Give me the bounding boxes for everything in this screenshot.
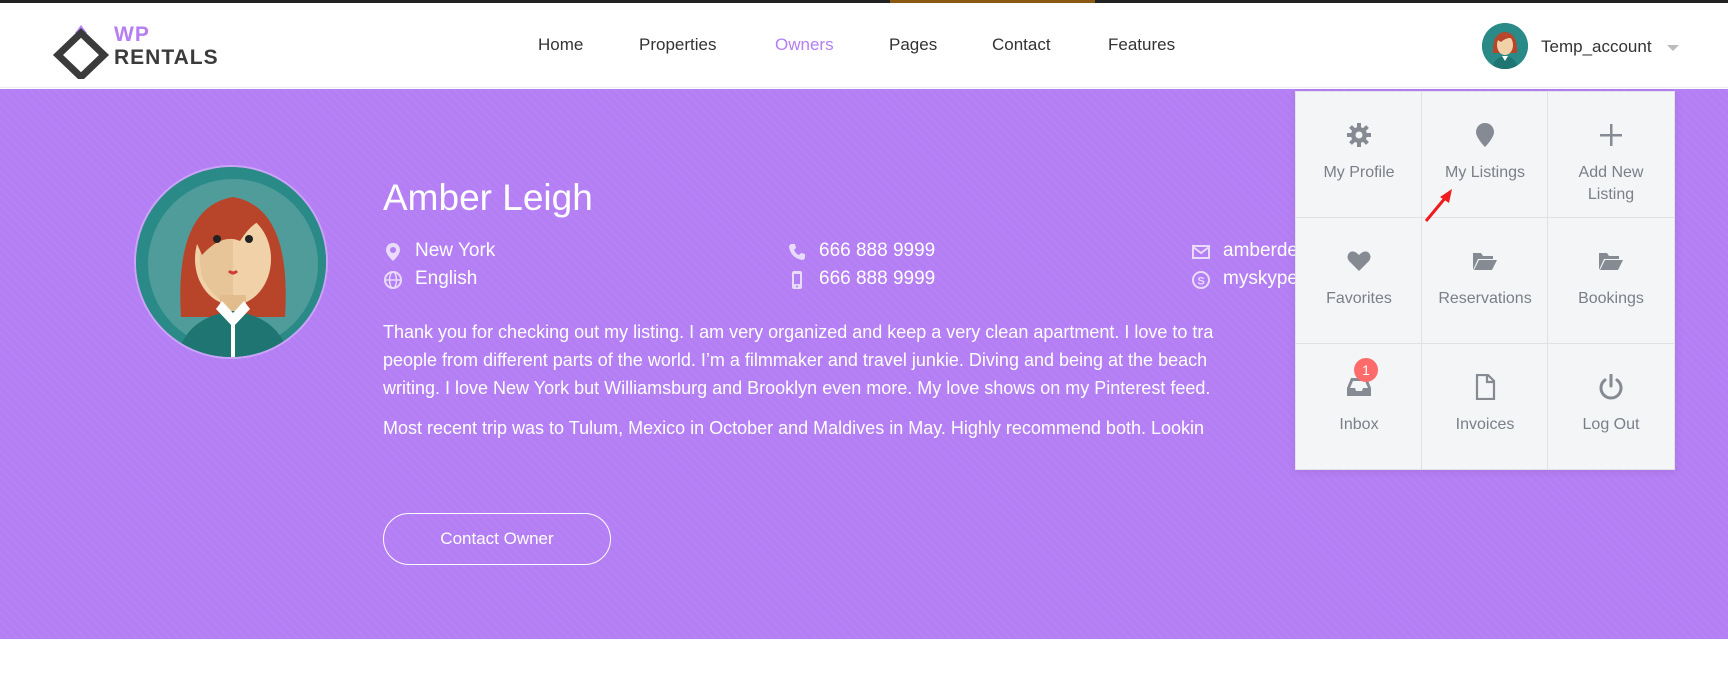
nav-features[interactable]: Features: [1108, 35, 1175, 55]
nav-pages[interactable]: Pages: [889, 35, 937, 55]
folder-open-icon: [1599, 253, 1623, 270]
nav-properties[interactable]: Properties: [639, 35, 716, 55]
menu-inbox[interactable]: 1 Inbox: [1296, 344, 1422, 470]
skype-icon: S: [1192, 271, 1210, 289]
owner-bio-trips: Most recent trip was to Tulum, Mexico in…: [383, 414, 1303, 442]
menu-reservations[interactable]: Reservations: [1422, 218, 1548, 344]
main-nav: Home Properties Owners Pages Contact Fea…: [0, 3, 1728, 88]
map-pin-icon: [386, 243, 400, 261]
menu-label-line: Add New: [1578, 164, 1644, 181]
menu-label-line: Listing: [1587, 186, 1635, 203]
plus-icon: [1600, 124, 1622, 146]
owner-name: Amber Leigh: [383, 177, 593, 218]
folder-open-icon: [1473, 253, 1497, 270]
bio-line: Most recent trip was to Tulum, Mexico in…: [383, 418, 1205, 438]
owner-avatar: [134, 165, 328, 359]
bio-line: writing. I love New York but Williamsbur…: [383, 378, 1211, 398]
map-pin-icon: [1476, 123, 1494, 147]
nav-owners[interactable]: Owners: [775, 35, 834, 55]
gear-icon: [1347, 123, 1371, 147]
mobile-icon: [792, 271, 802, 289]
menu-add-new-listing[interactable]: Add New Listing: [1548, 92, 1674, 218]
menu-bookings[interactable]: Bookings: [1548, 218, 1674, 344]
bio-line: Thank you for checking out my listing. I…: [383, 322, 1214, 342]
chevron-down-icon: [1667, 45, 1679, 51]
account-menu-toggle[interactable]: Temp_account: [1482, 23, 1682, 69]
file-icon: [1475, 374, 1496, 400]
site-header: WP RENTALS Home Properties Owners Pages …: [0, 3, 1728, 88]
globe-icon: [384, 271, 402, 289]
inbox-unread-badge: 1: [1354, 358, 1378, 382]
menu-my-profile[interactable]: My Profile: [1296, 92, 1422, 218]
nav-home[interactable]: Home: [538, 35, 583, 55]
nav-contact[interactable]: Contact: [992, 35, 1051, 55]
pointer-arrow-annotation: [1424, 189, 1452, 222]
contact-owner-button[interactable]: Contact Owner: [383, 513, 611, 565]
owner-bio: Thank you for checking out my listing. I…: [383, 318, 1303, 402]
menu-log-out[interactable]: Log Out: [1548, 344, 1674, 470]
account-avatar: [1482, 23, 1528, 69]
power-icon: [1599, 374, 1623, 400]
menu-favorites[interactable]: Favorites: [1296, 218, 1422, 344]
envelope-icon: [1192, 245, 1210, 259]
svg-text:S: S: [1197, 276, 1204, 288]
menu-invoices[interactable]: Invoices: [1422, 344, 1548, 470]
phone-icon: [789, 244, 805, 260]
bio-line: people from different parts of the world…: [383, 350, 1208, 370]
heart-icon: [1347, 251, 1371, 271]
account-username: Temp_account: [1541, 37, 1652, 56]
account-dropdown-menu: My Profile My Listings Add New Listing Fa…: [1295, 91, 1675, 470]
